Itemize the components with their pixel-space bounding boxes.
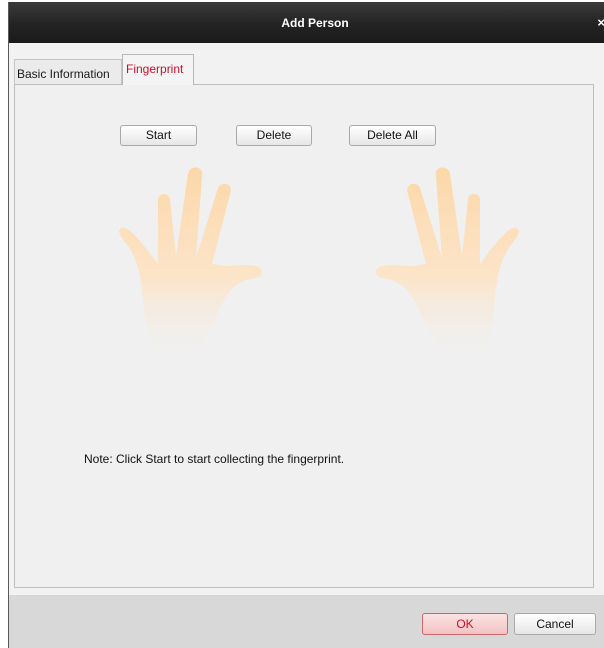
title-bar[interactable]: Add Person × <box>9 2 604 43</box>
start-button[interactable]: Start <box>120 125 197 146</box>
left-hand-icon <box>119 167 262 366</box>
delete-all-button[interactable]: Delete All <box>349 125 436 146</box>
tab-basic-information[interactable]: Basic Information <box>14 59 122 85</box>
cancel-button[interactable]: Cancel <box>514 613 596 635</box>
right-hand-icon <box>376 167 519 366</box>
fingerprint-note: Note: Click Start to start collecting th… <box>84 452 345 466</box>
hands-icon <box>119 167 519 366</box>
tab-fingerprint[interactable]: Fingerprint <box>122 54 194 85</box>
delete-button[interactable]: Delete <box>236 125 312 146</box>
dialog-title: Add Person <box>281 16 349 30</box>
ok-button[interactable]: OK <box>422 613 508 635</box>
close-icon[interactable]: × <box>597 15 604 30</box>
